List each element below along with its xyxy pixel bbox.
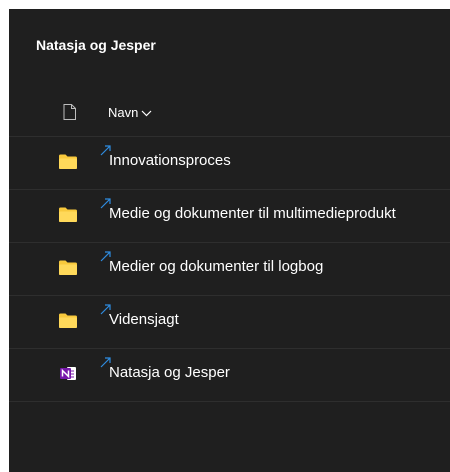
folder-icon: [59, 154, 77, 169]
list-item[interactable]: Medie og dokumenter til multimedieproduk…: [9, 190, 450, 243]
item-name: Vidensjagt: [109, 311, 179, 328]
list-item[interactable]: Natasja og Jesper: [9, 349, 450, 402]
file-type-icon: [63, 104, 76, 120]
folder-icon: [59, 313, 77, 328]
item-name: Natasja og Jesper: [109, 364, 230, 381]
column-header-row: Navn: [9, 83, 450, 137]
folder-icon: [59, 260, 77, 275]
channel-title: Natasja og Jesper: [36, 37, 156, 53]
chevron-down-icon: [141, 110, 152, 117]
list-item[interactable]: Vidensjagt: [9, 296, 450, 349]
onenote-icon: [60, 367, 76, 380]
list-item[interactable]: Innovationsproces: [9, 137, 450, 190]
item-name: Medie og dokumenter til multimedieproduk…: [109, 205, 396, 222]
item-name: Innovationsproces: [109, 152, 231, 169]
files-panel: Natasja og Jesper Navn Innovationsproces: [9, 9, 450, 472]
column-name-label: Navn: [108, 105, 139, 120]
list-item[interactable]: Medier og dokumenter til logbog: [9, 243, 450, 296]
folder-icon: [59, 207, 77, 222]
item-name: Medier og dokumenter til logbog: [109, 258, 324, 275]
sort-by-name-button[interactable]: Navn: [108, 105, 152, 120]
